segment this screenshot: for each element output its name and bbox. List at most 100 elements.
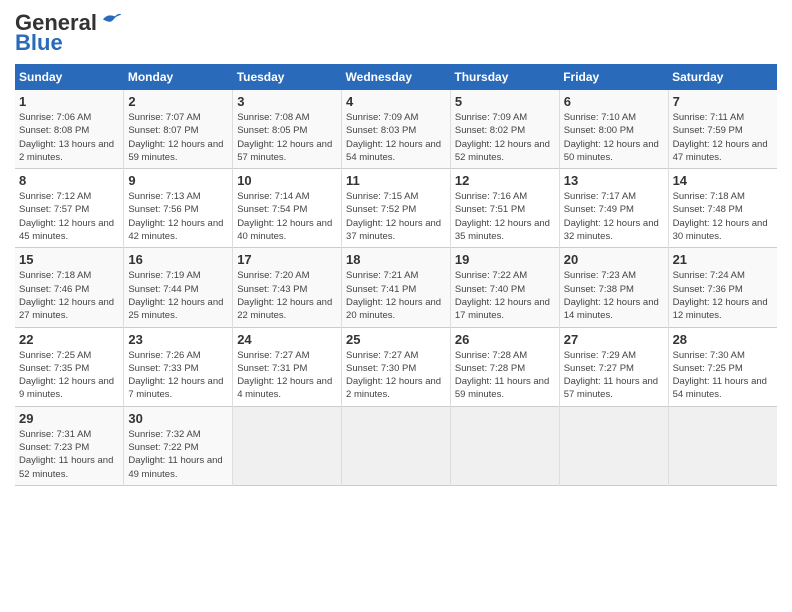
calendar-cell: 10 Sunrise: 7:14 AMSunset: 7:54 PMDayligh… <box>233 169 342 248</box>
day-info: Sunrise: 7:16 AMSunset: 7:51 PMDaylight:… <box>455 190 555 243</box>
calendar-cell: 3 Sunrise: 7:08 AMSunset: 8:05 PMDaylight… <box>233 90 342 169</box>
calendar-cell <box>668 406 777 485</box>
day-info: Sunrise: 7:28 AMSunset: 7:28 PMDaylight:… <box>455 349 555 402</box>
calendar-week-row: 8 Sunrise: 7:12 AMSunset: 7:57 PMDaylight… <box>15 169 777 248</box>
column-header-tuesday: Tuesday <box>233 64 342 90</box>
calendar-cell: 19 Sunrise: 7:22 AMSunset: 7:40 PMDayligh… <box>450 248 559 327</box>
day-info: Sunrise: 7:25 AMSunset: 7:35 PMDaylight:… <box>19 349 119 402</box>
day-info: Sunrise: 7:09 AMSunset: 8:03 PMDaylight:… <box>346 111 446 164</box>
day-info: Sunrise: 7:15 AMSunset: 7:52 PMDaylight:… <box>346 190 446 243</box>
calendar-cell: 21 Sunrise: 7:24 AMSunset: 7:36 PMDayligh… <box>668 248 777 327</box>
calendar-cell <box>342 406 451 485</box>
column-header-sunday: Sunday <box>15 64 124 90</box>
day-info: Sunrise: 7:20 AMSunset: 7:43 PMDaylight:… <box>237 269 337 322</box>
day-number: 29 <box>19 411 119 426</box>
calendar-cell: 7 Sunrise: 7:11 AMSunset: 7:59 PMDaylight… <box>668 90 777 169</box>
calendar-cell: 2Sunrise: 7:07 AMSunset: 8:07 PMDaylight… <box>124 90 233 169</box>
calendar-cell: 30 Sunrise: 7:32 AMSunset: 7:22 PMDayligh… <box>124 406 233 485</box>
day-info: Sunrise: 7:12 AMSunset: 7:57 PMDaylight:… <box>19 190 119 243</box>
calendar-cell: 20 Sunrise: 7:23 AMSunset: 7:38 PMDayligh… <box>559 248 668 327</box>
day-number: 1 <box>19 94 119 109</box>
day-number: 9 <box>128 173 228 188</box>
day-info: Sunrise: 7:19 AMSunset: 7:44 PMDaylight:… <box>128 269 228 322</box>
day-number: 24 <box>237 332 337 347</box>
day-number: 23 <box>128 332 228 347</box>
day-info: Sunrise: 7:27 AMSunset: 7:31 PMDaylight:… <box>237 349 337 402</box>
calendar-cell: 11 Sunrise: 7:15 AMSunset: 7:52 PMDayligh… <box>342 169 451 248</box>
calendar-cell: 29 Sunrise: 7:31 AMSunset: 7:23 PMDayligh… <box>15 406 124 485</box>
calendar-cell: 8 Sunrise: 7:12 AMSunset: 7:57 PMDaylight… <box>15 169 124 248</box>
calendar-cell: 6 Sunrise: 7:10 AMSunset: 8:00 PMDaylight… <box>559 90 668 169</box>
day-info: Sunrise: 7:11 AMSunset: 7:59 PMDaylight:… <box>673 111 773 164</box>
day-info: Sunrise: 7:14 AMSunset: 7:54 PMDaylight:… <box>237 190 337 243</box>
day-number: 27 <box>564 332 664 347</box>
day-info: Sunrise: 7:18 AMSunset: 7:46 PMDaylight:… <box>19 269 119 322</box>
calendar-cell: 4 Sunrise: 7:09 AMSunset: 8:03 PMDaylight… <box>342 90 451 169</box>
day-number: 17 <box>237 252 337 267</box>
column-header-wednesday: Wednesday <box>342 64 451 90</box>
column-header-friday: Friday <box>559 64 668 90</box>
day-number: 10 <box>237 173 337 188</box>
day-info: Sunrise: 7:27 AMSunset: 7:30 PMDaylight:… <box>346 349 446 402</box>
day-number: 4 <box>346 94 446 109</box>
column-header-thursday: Thursday <box>450 64 559 90</box>
day-info: Sunrise: 7:26 AMSunset: 7:33 PMDaylight:… <box>128 349 228 402</box>
day-info: Sunrise: 7:21 AMSunset: 7:41 PMDaylight:… <box>346 269 446 322</box>
calendar-week-row: 15 Sunrise: 7:18 AMSunset: 7:46 PMDayligh… <box>15 248 777 327</box>
day-number: 19 <box>455 252 555 267</box>
day-info: Sunrise: 7:08 AMSunset: 8:05 PMDaylight:… <box>237 111 337 164</box>
day-number: 20 <box>564 252 664 267</box>
day-number: 22 <box>19 332 119 347</box>
day-number: 15 <box>19 252 119 267</box>
day-info: Sunrise: 7:18 AMSunset: 7:48 PMDaylight:… <box>673 190 773 243</box>
day-number: 5 <box>455 94 555 109</box>
column-header-saturday: Saturday <box>668 64 777 90</box>
day-info: Sunrise: 7:22 AMSunset: 7:40 PMDaylight:… <box>455 269 555 322</box>
calendar-cell: 25Sunrise: 7:27 AMSunset: 7:30 PMDayligh… <box>342 327 451 406</box>
day-info: Sunrise: 7:32 AMSunset: 7:22 PMDaylight:… <box>128 428 228 481</box>
day-number: 26 <box>455 332 555 347</box>
day-number: 28 <box>673 332 773 347</box>
calendar-cell: 14 Sunrise: 7:18 AMSunset: 7:48 PMDayligh… <box>668 169 777 248</box>
day-number: 13 <box>564 173 664 188</box>
day-number: 8 <box>19 173 119 188</box>
calendar-cell <box>559 406 668 485</box>
day-info: Sunrise: 7:31 AMSunset: 7:23 PMDaylight:… <box>19 428 119 481</box>
day-info: Sunrise: 7:30 AMSunset: 7:25 PMDaylight:… <box>673 349 773 402</box>
calendar-cell: 9 Sunrise: 7:13 AMSunset: 7:56 PMDaylight… <box>124 169 233 248</box>
calendar-header-row: SundayMondayTuesdayWednesdayThursdayFrid… <box>15 64 777 90</box>
day-info: Sunrise: 7:06 AMSunset: 8:08 PMDaylight:… <box>19 111 119 164</box>
day-number: 11 <box>346 173 446 188</box>
header: General Blue <box>15 10 777 56</box>
day-number: 2 <box>128 94 228 109</box>
day-number: 7 <box>673 94 773 109</box>
day-number: 16 <box>128 252 228 267</box>
day-info: Sunrise: 7:13 AMSunset: 7:56 PMDaylight:… <box>128 190 228 243</box>
day-info: Sunrise: 7:29 AMSunset: 7:27 PMDaylight:… <box>564 349 664 402</box>
day-number: 21 <box>673 252 773 267</box>
day-number: 3 <box>237 94 337 109</box>
day-number: 14 <box>673 173 773 188</box>
calendar-week-row: 1 Sunrise: 7:06 AMSunset: 8:08 PMDaylight… <box>15 90 777 169</box>
day-info: Sunrise: 7:10 AMSunset: 8:00 PMDaylight:… <box>564 111 664 164</box>
day-number: 18 <box>346 252 446 267</box>
logo-bird-icon <box>99 10 123 26</box>
day-info: Sunrise: 7:23 AMSunset: 7:38 PMDaylight:… <box>564 269 664 322</box>
calendar-table: SundayMondayTuesdayWednesdayThursdayFrid… <box>15 64 777 486</box>
day-info: Sunrise: 7:24 AMSunset: 7:36 PMDaylight:… <box>673 269 773 322</box>
calendar-cell: 17 Sunrise: 7:20 AMSunset: 7:43 PMDayligh… <box>233 248 342 327</box>
calendar-cell: 5Sunrise: 7:09 AMSunset: 8:02 PMDaylight… <box>450 90 559 169</box>
calendar-week-row: 29 Sunrise: 7:31 AMSunset: 7:23 PMDayligh… <box>15 406 777 485</box>
column-header-monday: Monday <box>124 64 233 90</box>
calendar-cell: 12Sunrise: 7:16 AMSunset: 7:51 PMDayligh… <box>450 169 559 248</box>
calendar-cell: 18 Sunrise: 7:21 AMSunset: 7:41 PMDayligh… <box>342 248 451 327</box>
logo-blue: Blue <box>15 30 63 56</box>
calendar-cell <box>233 406 342 485</box>
calendar-cell <box>450 406 559 485</box>
day-number: 6 <box>564 94 664 109</box>
logo: General Blue <box>15 10 123 56</box>
calendar-cell: 22 Sunrise: 7:25 AMSunset: 7:35 PMDayligh… <box>15 327 124 406</box>
calendar-cell: 16 Sunrise: 7:19 AMSunset: 7:44 PMDayligh… <box>124 248 233 327</box>
day-number: 30 <box>128 411 228 426</box>
calendar-cell: 24 Sunrise: 7:27 AMSunset: 7:31 PMDayligh… <box>233 327 342 406</box>
